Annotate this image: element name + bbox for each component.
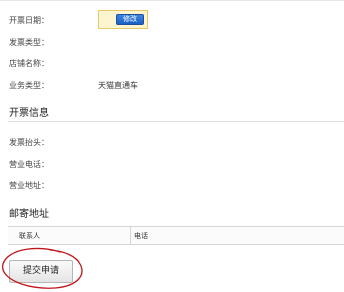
business-address-label: 营业地址： <box>9 181 49 190</box>
store-name-label: 店铺名称： <box>9 59 49 68</box>
invoice-header-label: 发票抬头： <box>9 138 49 147</box>
mailing-address-title: 邮寄地址 <box>9 209 49 220</box>
business-type-label: 业务类型： <box>9 81 49 90</box>
column-separator <box>130 227 131 244</box>
edit-date-button[interactable]: 修改 <box>116 14 144 25</box>
top-divider <box>0 0 344 1</box>
invoice-date-label: 开票日期： <box>9 16 49 25</box>
invoice-info-divider <box>8 121 344 122</box>
invoice-type-label: 发票类型： <box>9 38 49 47</box>
invoice-info-title: 开票信息 <box>9 108 49 119</box>
phone-column-header: 电话 <box>134 232 148 240</box>
contact-column-header: 联系人 <box>19 232 40 240</box>
business-phone-label: 营业电话： <box>9 160 49 169</box>
annotation-circle <box>2 247 83 289</box>
business-type-value: 天猫直通车 <box>98 81 138 90</box>
